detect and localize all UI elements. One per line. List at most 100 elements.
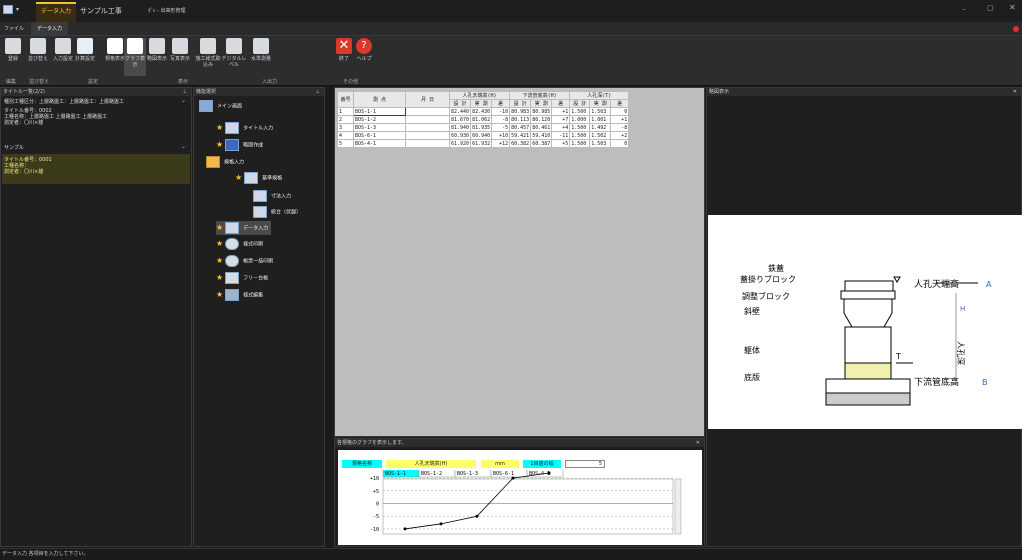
nav-spec-input[interactable]: 規格入力 [206, 156, 244, 168]
col-diff: 差 [491, 99, 511, 108]
photo-display-button[interactable]: 写真表示 [169, 38, 191, 62]
data-point [547, 471, 551, 475]
register-button[interactable]: 登録 [2, 38, 24, 62]
interval-input[interactable]: 5 [565, 460, 605, 468]
import-button[interactable]: 施工様式取込み [195, 38, 221, 68]
table-row[interactable]: 4 BOS-6-1 60.930 60.940 +10 59.421 59.410 -11… [337, 131, 630, 140]
import-icon [200, 38, 216, 54]
star-icon: ★ [216, 289, 224, 299]
nav-merge[interactable]: 統合（伏越） [253, 206, 301, 218]
collapse-icon-2[interactable]: ⌄ [181, 143, 186, 150]
table-icon [253, 206, 267, 218]
label-top-level: 人孔天端高 [914, 278, 959, 290]
close-icon[interactable]: ✕ [696, 439, 700, 447]
leveling-button[interactable]: 水準測量 [248, 38, 274, 62]
digital-level-button[interactable]: デジタルレベル [221, 38, 247, 68]
dropdown-icon[interactable]: ▾ [16, 6, 19, 13]
nav-form-edit[interactable]: ★ 様式編集 [216, 289, 263, 301]
nav-title-input[interactable]: ★ タイトル入力 [216, 122, 273, 134]
group-settings: 設定 [88, 79, 99, 85]
point-cell-active[interactable]: BOS-1-1 [353, 107, 406, 116]
y-tick-label: 0 [376, 502, 379, 508]
sort-button[interactable]: 並び替え [27, 38, 49, 62]
group-sample[interactable]: サンプル [4, 144, 24, 151]
title-item-0002[interactable]: 種別工種区分：上層路盤工：上層路盤工：上層路盤工 タイトル番号：0002 工種名… [4, 99, 190, 139]
calc-settings-button[interactable]: 計算設定 [74, 38, 96, 62]
data-point [475, 514, 479, 518]
calc-settings-icon [77, 38, 93, 54]
title-list-header: タイトル一覧(2/2) ⊥ [1, 88, 191, 96]
nav-batch-print[interactable]: ★ 帳票一括印刷 [216, 255, 273, 267]
level-icon [226, 38, 242, 54]
collapse-icon[interactable]: ⌄ [181, 97, 186, 104]
minimize-icon[interactable]: – [962, 5, 966, 13]
table-icon [253, 190, 267, 202]
title-list-panel: タイトル一覧(2/2) ⊥ 種別工種区分：上層路盤工：上層路盤工：上層路盤工 タイ… [0, 87, 192, 547]
label-h: H [960, 305, 965, 313]
label-bottom-level: 下流管底高 [914, 376, 959, 388]
close-icon[interactable]: ✕ [1013, 88, 1017, 96]
table-row[interactable]: 1 BOS-1-1 82.440 82.430 -10 80.983 80.985 +1… [337, 107, 630, 116]
point-label: BOS-1-3 [457, 471, 478, 477]
table-icon [244, 172, 259, 184]
input-settings-icon [55, 38, 71, 54]
menu-file[interactable]: ファイル [4, 25, 24, 32]
point-label: BOS-1-2 [421, 471, 442, 477]
y-tick-label: +10 [370, 476, 379, 482]
status-bar: データ入力 各項目を入力して下さい。 [0, 548, 1022, 559]
help-button[interactable]: ? ヘルプ [353, 38, 375, 62]
col-actual: 実 測 [470, 99, 493, 108]
tab-data-input[interactable]: データ入力 [36, 2, 76, 22]
sketch-icon [149, 38, 165, 54]
pin-icon-2[interactable]: ⊥ [316, 88, 320, 96]
graph-panel: 各規格のグラフを表示します。 ✕ 規格名称 人孔天端高(H) mm 1目盛の幅 5… [334, 438, 705, 547]
spec-display-button[interactable]: 規格表示 [104, 38, 126, 62]
invert-fill [844, 362, 892, 380]
data-point [403, 527, 407, 531]
nav-sketch[interactable]: ★ 略図作成 [216, 139, 263, 151]
data-point [439, 522, 443, 526]
folder-icon [206, 156, 220, 168]
app-icon[interactable] [3, 5, 13, 14]
group-sort: 並び替え [29, 79, 50, 85]
star-icon: ★ [216, 222, 224, 232]
help-icon: ? [356, 38, 372, 54]
graph-scrollbar [674, 478, 682, 535]
col-diff: 差 [610, 99, 630, 108]
main-screen-icon [199, 100, 213, 112]
nav-form-print[interactable]: ★ 様式印刷 [216, 238, 263, 250]
maximize-icon[interactable]: ▢ [987, 4, 994, 12]
y-tick-label: -5 [373, 514, 379, 520]
nav-data-input[interactable]: ★ データ入力 [216, 221, 272, 235]
table-row[interactable]: 3 BOS-1-3 81.940 81.935 -5 80.457 80.461 +4 1… [337, 123, 630, 132]
tab-sample-project[interactable]: サンプル工事 [80, 6, 122, 16]
nav-dimension-input[interactable]: 寸法入力 [253, 190, 291, 202]
title-item-0001[interactable]: タイトル番号：0001 工種名称： 測定者：〇川×雄 [2, 154, 190, 184]
star-icon: ★ [216, 122, 224, 132]
menu-data-input[interactable]: データ入力 [31, 22, 69, 36]
nav-free-ledger[interactable]: ★ フリー台帳 [216, 272, 268, 284]
close-icon[interactable]: ✕ [1009, 3, 1016, 12]
pin-icon[interactable]: ⊥ [183, 88, 187, 96]
table-row[interactable]: 5 BOS-4-1 61.920 61.932 +12 60.382 60.387 +5 … [337, 139, 630, 148]
col-no: 番号 [337, 91, 354, 108]
sketch-display-button[interactable]: 略図表示 [146, 38, 168, 62]
nav-standard-spec[interactable]: ★ 基準規格 [235, 172, 282, 184]
input-settings-button[interactable]: 入力設定 [52, 38, 74, 62]
data-table[interactable]: 番号 測 点 月 日 人孔天端高(H) 下流管底高(H) 人孔深(T) 設 計実… [337, 91, 630, 148]
group-other: その他 [343, 79, 359, 85]
col-group-1: 人孔天端高(H) [448, 91, 511, 100]
graph-display-button[interactable]: グラフ表示 [124, 38, 146, 76]
table-row[interactable]: 2 BOS-1-2 81.670 81.062 -8 80.113 80.120 +7 1… [337, 115, 630, 124]
print-icon [225, 255, 240, 267]
notification-dot [1013, 26, 1019, 32]
label-depth: 人孔深 [956, 341, 965, 365]
col-design: 設 計 [509, 99, 532, 108]
data-grid-area: 番号 測 点 月 日 人孔天端高(H) 下流管底高(H) 人孔深(T) 設 計実… [334, 87, 705, 437]
nav-main-screen[interactable]: メイン画面 [199, 100, 242, 112]
menu-bar: ファイル データ入力 [0, 22, 1022, 36]
exit-button[interactable]: ✕ 終了 [333, 38, 355, 62]
col-design: 設 計 [448, 99, 472, 108]
label-seat-block: 蓋掛りブロック [740, 274, 796, 284]
group-display: 表示 [178, 79, 189, 85]
